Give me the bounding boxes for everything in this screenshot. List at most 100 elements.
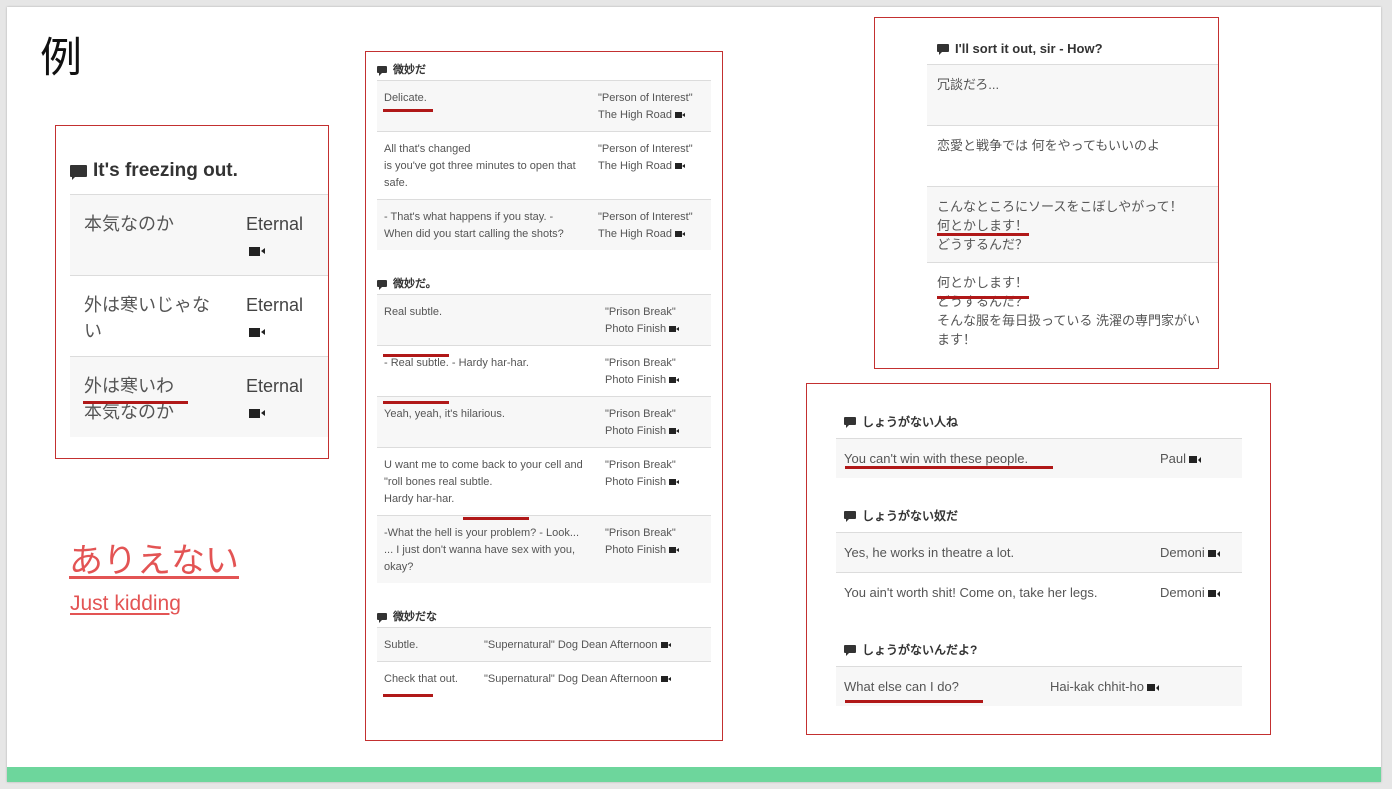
- highlight-underline: [383, 109, 433, 112]
- row-text: 外は寒いわ 本気なのか: [70, 356, 238, 437]
- row-text: Yes, he works in theatre a lot.: [836, 532, 1152, 573]
- row-source[interactable]: "Supernatural" Dog Dean Afternoon: [477, 627, 711, 662]
- example-table: 冗談だろ... 恋愛と戦争では 何をやってもいいのよ こんなところにソースをこぼ…: [927, 64, 1218, 357]
- row-source[interactable]: "Person of Interest" The High Road: [591, 80, 711, 132]
- section-heading: しょうがないんだよ?: [836, 632, 1242, 666]
- section-heading: I'll sort it out, sir - How?: [927, 32, 1218, 64]
- row-text: Yeah, yeah, it's hilarious.: [377, 396, 598, 448]
- video-camera-icon[interactable]: [1146, 684, 1155, 692]
- highlight-underline: [383, 354, 449, 357]
- video-camera-icon[interactable]: [249, 327, 260, 337]
- row-text: 外は寒いじゃない: [70, 275, 238, 357]
- video-camera-icon[interactable]: [675, 231, 682, 238]
- row-source[interactable]: Eternal: [238, 356, 328, 437]
- row-source[interactable]: Eternal: [238, 275, 328, 357]
- panel-shouganai: しょうがない人ね You can't win with these people…: [806, 383, 1271, 735]
- row-text: 冗談だろ...: [927, 64, 1218, 126]
- table-row: You can't win with these people. Paul: [836, 438, 1242, 478]
- row-text: Subtle.: [377, 627, 477, 662]
- row-text: Check that out.: [377, 661, 477, 695]
- row-text: - That's what happens if you stay. - Whe…: [377, 199, 591, 250]
- row-source[interactable]: "Supernatural" Dog Dean Afternoon: [477, 661, 711, 695]
- row-source[interactable]: Paul: [1152, 438, 1242, 478]
- row-text: Real subtle.: [377, 294, 598, 346]
- row-source[interactable]: "Prison Break" Photo Finish: [598, 515, 711, 583]
- speech-bubble-icon: [844, 645, 856, 656]
- row-source[interactable]: "Prison Break" Photo Finish: [598, 447, 711, 516]
- example-table: Delicate. "Person of Interest" The High R…: [377, 80, 711, 250]
- video-camera-icon[interactable]: [1189, 456, 1198, 464]
- video-camera-icon[interactable]: [669, 428, 677, 435]
- table-row: Real subtle. "Prison Break" Photo Finish: [377, 294, 711, 346]
- table-row: 冗談だろ...: [927, 64, 1218, 126]
- table-row: Delicate. "Person of Interest" The High R…: [377, 80, 711, 132]
- speech-bubble-icon: [377, 279, 387, 290]
- section-heading: 微妙だ。: [377, 272, 711, 294]
- section-heading: しょうがない人ね: [836, 404, 1242, 438]
- example-table: You can't win with these people. Paul: [836, 438, 1242, 478]
- video-camera-icon[interactable]: [660, 642, 668, 649]
- video-camera-icon[interactable]: [660, 676, 668, 683]
- speech-bubble-icon: [377, 65, 387, 76]
- slide-title: 例: [40, 33, 83, 82]
- panel-freezing-out: It's freezing out. 本気なのか Eternal 外は寒いじゃな…: [55, 125, 329, 459]
- speech-bubble-icon: [377, 612, 387, 623]
- speech-bubble-icon: [937, 44, 949, 55]
- video-camera-icon[interactable]: [669, 547, 677, 554]
- video-camera-icon[interactable]: [675, 163, 682, 170]
- table-row: All that's changed is you've got three m…: [377, 131, 711, 200]
- row-source[interactable]: Eternal: [238, 194, 328, 276]
- highlight-underline: [937, 296, 1029, 299]
- row-text: U want me to come back to your cell and …: [377, 447, 598, 516]
- video-camera-icon[interactable]: [249, 246, 260, 256]
- row-source[interactable]: Demoni: [1152, 532, 1242, 573]
- panel-bimyou: 微妙だ Delicate. "Person of Interest" The Hi…: [365, 51, 723, 741]
- table-row: -What the hell is your problem? - Look..…: [377, 515, 711, 583]
- table-row: 本気なのか Eternal: [70, 194, 328, 276]
- row-source[interactable]: "Prison Break" Photo Finish: [598, 294, 711, 346]
- row-text: All that's changed is you've got three m…: [377, 131, 591, 200]
- row-source[interactable]: Demoni: [1152, 572, 1242, 612]
- section-heading: 微妙だ: [377, 58, 711, 80]
- video-camera-icon[interactable]: [669, 377, 677, 384]
- row-source[interactable]: "Person of Interest" The High Road: [591, 199, 711, 250]
- row-source[interactable]: "Person of Interest" The High Road: [591, 131, 711, 200]
- highlight-underline: [83, 401, 188, 404]
- video-camera-icon[interactable]: [669, 479, 677, 486]
- table-row: You ain't worth shit! Come on, take her …: [836, 572, 1242, 612]
- panel-sort-it-out: I'll sort it out, sir - How? 冗談だろ... 恋愛と…: [874, 17, 1219, 369]
- table-row: 外は寒いわ 本気なのか Eternal: [70, 356, 328, 437]
- video-camera-icon[interactable]: [1207, 590, 1216, 598]
- table-row: Yeah, yeah, it's hilarious. "Prison Break…: [377, 396, 711, 448]
- row-source[interactable]: "Prison Break" Photo Finish: [598, 396, 711, 448]
- row-source[interactable]: "Prison Break" Photo Finish: [598, 345, 711, 397]
- example-table: Subtle. "Supernatural" Dog Dean Afternoon…: [377, 627, 711, 695]
- speech-bubble-icon: [844, 417, 856, 428]
- video-camera-icon[interactable]: [1207, 550, 1216, 558]
- speech-bubble-icon: [70, 165, 87, 180]
- slide-bottom-bar: [7, 767, 1381, 782]
- row-text: Delicate.: [377, 80, 591, 132]
- link-just-kidding[interactable]: Just kidding: [70, 592, 181, 616]
- section-heading: しょうがない奴だ: [836, 498, 1242, 532]
- video-camera-icon[interactable]: [249, 408, 260, 418]
- highlight-underline: [383, 401, 449, 404]
- row-source[interactable]: Hai-kak chhit-ho: [1042, 666, 1242, 706]
- section-heading: It's freezing out.: [70, 148, 328, 194]
- table-row: 外は寒いじゃない Eternal: [70, 275, 328, 357]
- example-table: Yes, he works in theatre a lot. Demoni Yo…: [836, 532, 1242, 612]
- table-row: Subtle. "Supernatural" Dog Dean Afternoon: [377, 627, 711, 662]
- highlight-underline: [463, 517, 529, 520]
- table-row: こんなところにソースをこぼしやがって！ 何とかします！ どうするんだ？: [927, 186, 1218, 263]
- table-row: 何とかします！ どうするんだ？ そんな服を毎日扱っている 洗濯の専門家がいます！: [927, 262, 1218, 357]
- video-camera-icon[interactable]: [669, 326, 677, 333]
- video-camera-icon[interactable]: [675, 112, 682, 119]
- section-heading: 微妙だな: [377, 605, 711, 627]
- link-arienai[interactable]: ありえない: [69, 533, 239, 582]
- table-row: - That's what happens if you stay. - Whe…: [377, 199, 711, 250]
- highlight-underline: [845, 700, 983, 703]
- highlight-underline: [937, 233, 1029, 236]
- row-text: こんなところにソースをこぼしやがって！ 何とかします！ どうするんだ？: [927, 186, 1218, 263]
- row-text: -What the hell is your problem? - Look..…: [377, 515, 598, 583]
- speech-bubble-icon: [844, 511, 856, 522]
